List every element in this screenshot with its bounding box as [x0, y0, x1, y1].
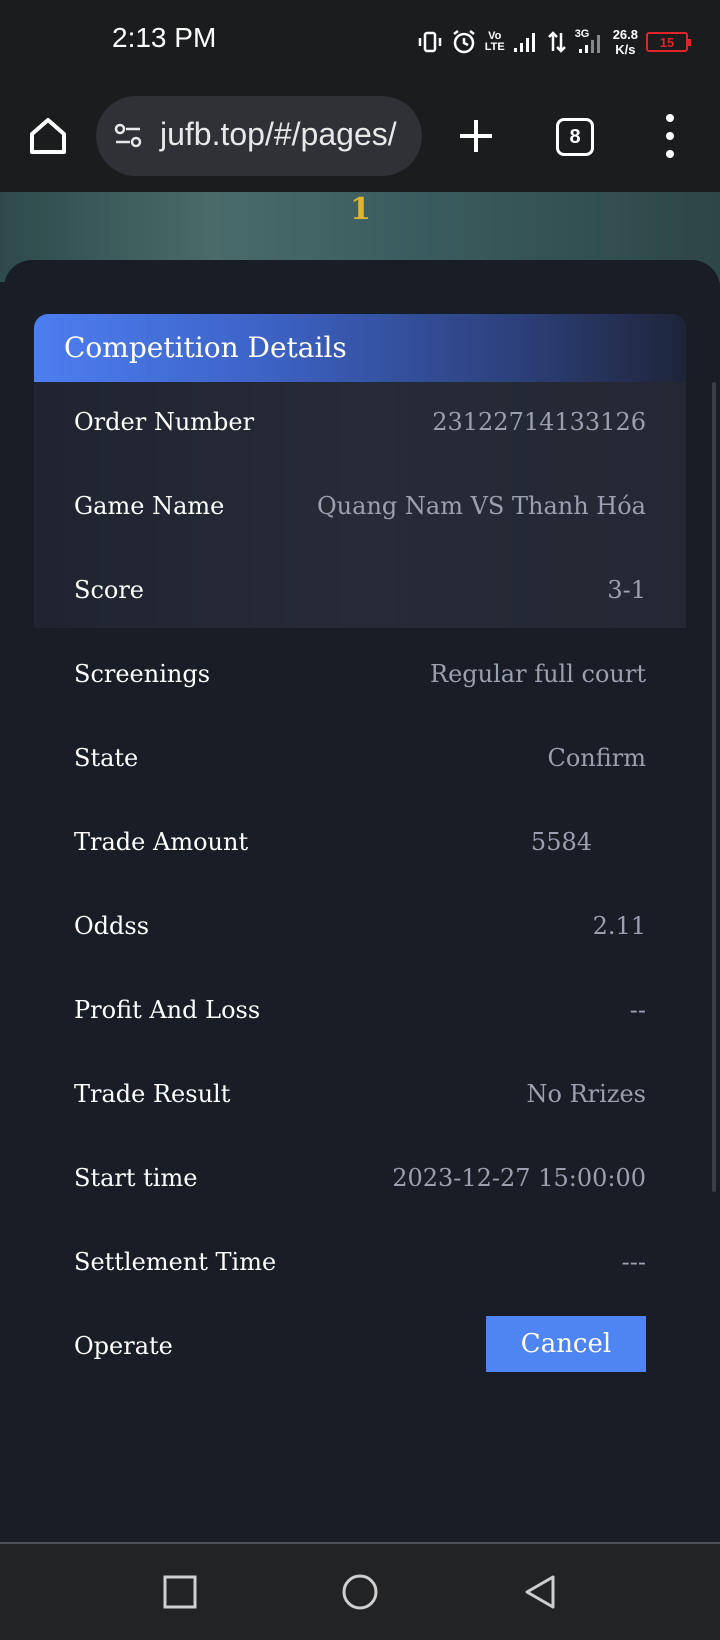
- detail-row-game-name: Game Name Quang Nam VS Thanh Hóa: [74, 466, 646, 550]
- detail-value: No Rrizes: [526, 1080, 646, 1108]
- new-tab-icon[interactable]: [454, 114, 498, 158]
- detail-label: Trade Amount: [74, 828, 249, 856]
- detail-row-profit-and-loss: Profit And Loss --: [74, 970, 646, 1054]
- vibrate-icon: [418, 31, 441, 53]
- detail-label: Profit And Loss: [74, 996, 261, 1024]
- system-nav-bar: [0, 1544, 720, 1640]
- detail-row-odds: Oddss 2.11: [74, 886, 646, 970]
- detail-value: 23122714133126: [432, 408, 646, 436]
- home-circle-icon[interactable]: [340, 1572, 380, 1612]
- detail-value: Confirm: [547, 744, 646, 772]
- signal-icon: [513, 33, 535, 52]
- overflow-menu-icon[interactable]: [660, 114, 680, 158]
- detail-value: Quang Nam VS Thanh Hóa: [317, 492, 646, 520]
- detail-label: Start time: [74, 1164, 198, 1192]
- battery-icon: 15: [646, 32, 691, 52]
- detail-label: Order Number: [74, 408, 255, 436]
- detail-label: Score: [74, 576, 145, 604]
- detail-row-start-time: Start time 2023-12-27 15:00:00: [74, 1138, 646, 1222]
- hero-number: 1: [350, 192, 371, 227]
- detail-row-score: Score 3-1: [74, 550, 646, 634]
- detail-row-order-number: Order Number 23122714133126: [74, 382, 646, 466]
- cancel-button[interactable]: Cancel: [486, 1316, 646, 1372]
- address-bar[interactable]: jufb.top/#/pages/: [96, 96, 422, 176]
- status-time: 2:13 PM: [112, 22, 217, 53]
- detail-row-screenings: Screenings Regular full court: [74, 634, 646, 718]
- detail-value: 5584: [530, 828, 592, 856]
- detail-value: Regular full court: [430, 660, 646, 688]
- volte-indicator: Vo LTE: [484, 30, 505, 53]
- network-type: 3G: [575, 29, 605, 55]
- url-text[interactable]: jufb.top/#/pages/: [160, 116, 397, 153]
- net-speed: 26.8 K/s: [612, 27, 638, 57]
- detail-value: 3-1: [607, 576, 646, 604]
- status-icons: Vo LTE 3G 26.8 K/s 15: [417, 22, 691, 62]
- detail-row-trade-amount: Trade Amount 5584: [74, 802, 646, 886]
- battery-level: 15: [659, 34, 675, 50]
- home-icon[interactable]: [26, 114, 70, 158]
- detail-label: Game Name: [74, 492, 225, 520]
- detail-value: --: [629, 996, 646, 1024]
- detail-label: Screenings: [74, 660, 211, 688]
- site-settings-icon[interactable]: [112, 120, 144, 152]
- detail-label: State: [74, 744, 139, 772]
- browser-toolbar: jufb.top/#/pages/ 8: [0, 84, 720, 192]
- detail-label: Oddss: [74, 912, 150, 940]
- detail-row-trade-result: Trade Result No Rrizes: [74, 1054, 646, 1138]
- back-icon[interactable]: [520, 1572, 560, 1612]
- detail-value: ---: [621, 1248, 646, 1276]
- card-title: Competition Details: [64, 331, 347, 364]
- detail-row-settlement-time: Settlement Time ---: [74, 1222, 646, 1306]
- detail-row-operate: Operate Cancel: [74, 1306, 646, 1390]
- recents-icon[interactable]: [160, 1572, 200, 1612]
- operate-label: Operate: [74, 1332, 173, 1360]
- detail-value: 2.11: [592, 912, 646, 940]
- detail-label: Trade Result: [74, 1080, 231, 1108]
- web-page: 1 Competition Details Order Number 23122…: [0, 192, 720, 1544]
- scrollbar[interactable]: [712, 382, 716, 1192]
- card-header: Competition Details: [34, 314, 686, 382]
- detail-value: 2023-12-27 15:00:00: [392, 1164, 646, 1192]
- tab-switcher-button[interactable]: 8: [556, 118, 594, 156]
- detail-label: Settlement Time: [74, 1248, 277, 1276]
- signal-icon: [578, 35, 600, 53]
- detail-row-state: State Confirm: [74, 718, 646, 802]
- status-bar: 2:13 PM Vo LTE 3G 26.8 K/s 15: [0, 0, 720, 84]
- data-arrows-icon: [547, 31, 566, 53]
- alarm-icon: [452, 30, 475, 54]
